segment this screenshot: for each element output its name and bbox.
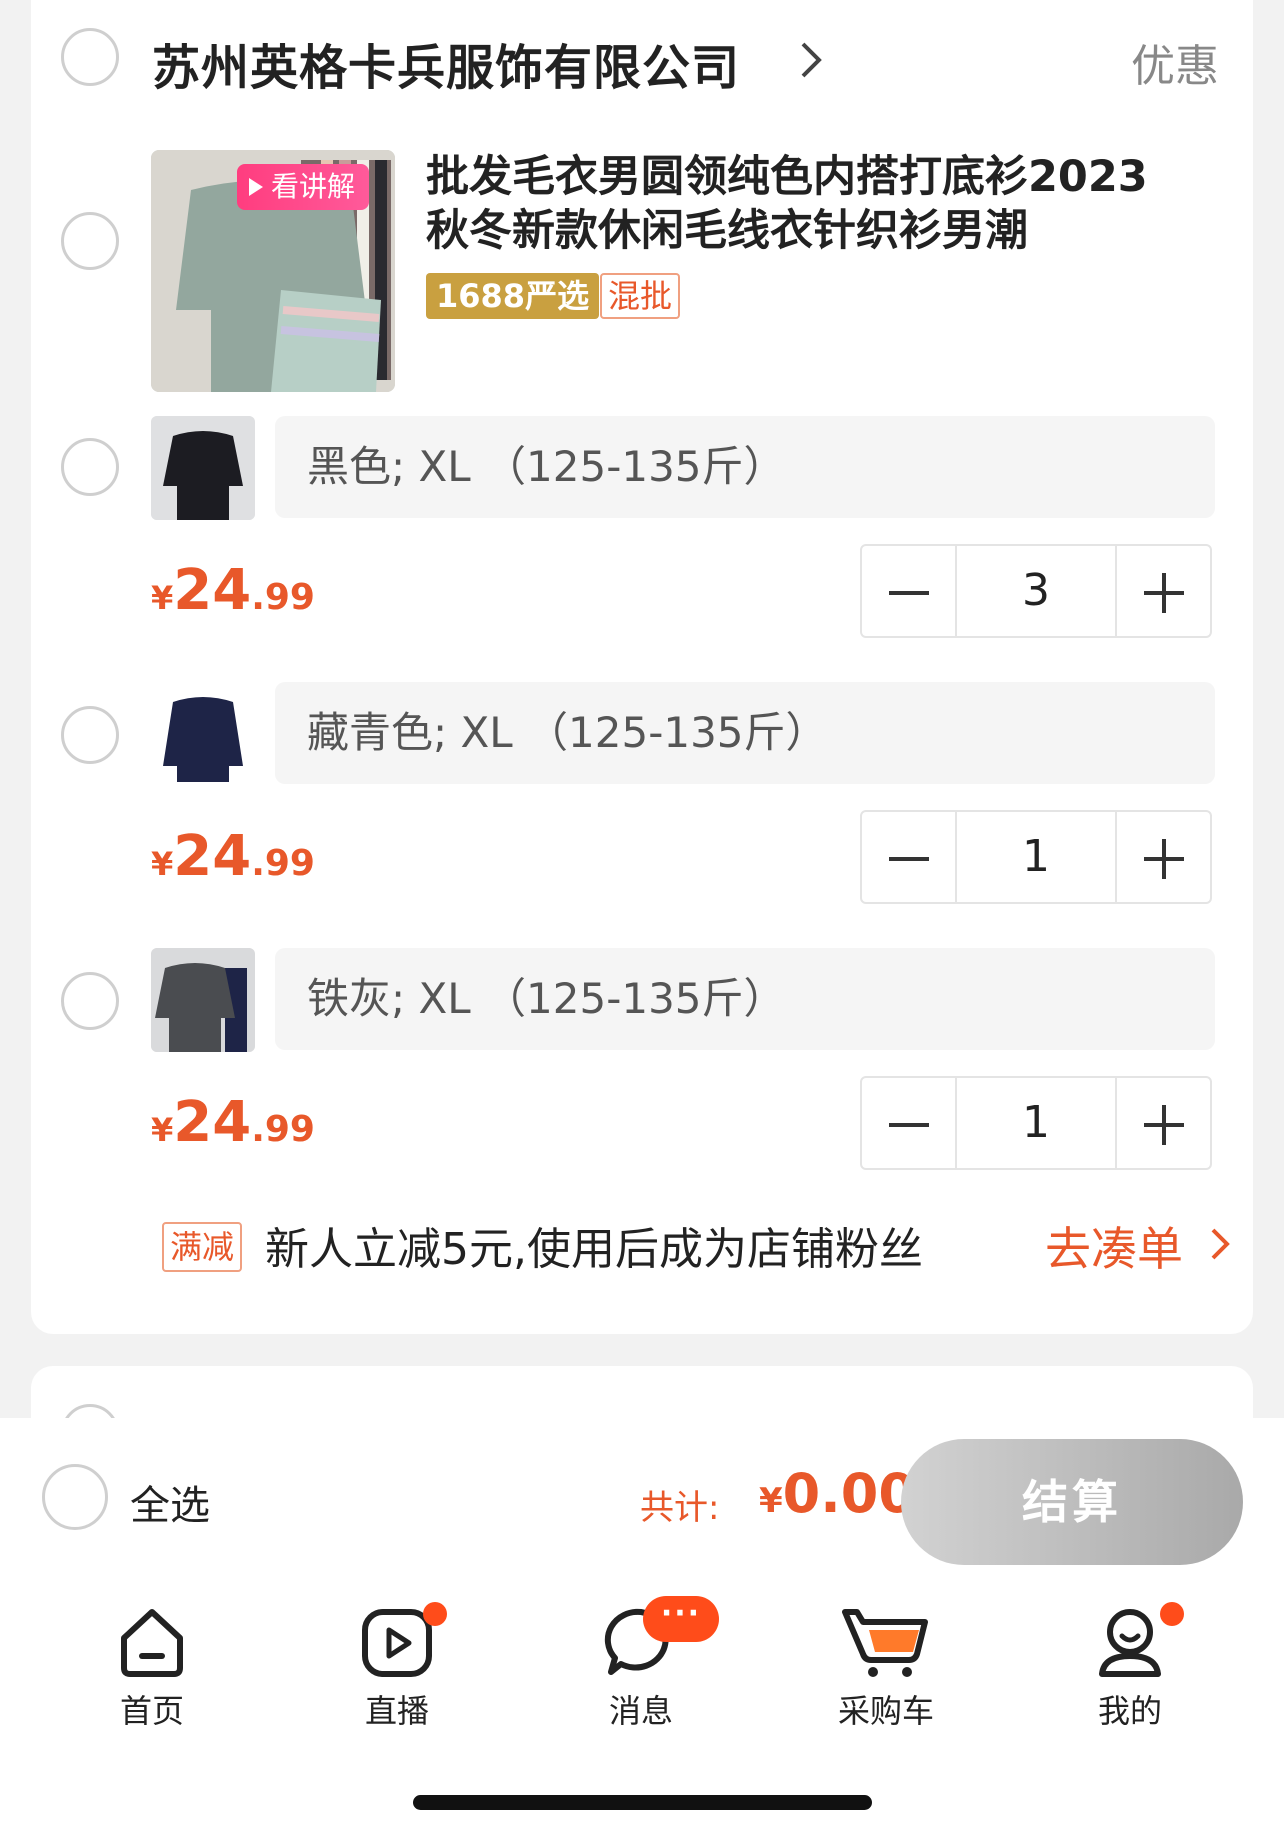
play-icon bbox=[249, 178, 263, 196]
bottom-tab-bar: 首页 直播 消息 ··· 采购车 我的 bbox=[0, 1568, 1284, 1836]
live-badge-label: 看讲解 bbox=[271, 170, 356, 203]
unread-bubble: ··· bbox=[643, 1596, 719, 1642]
tab-live-label: 直播 bbox=[364, 1692, 429, 1730]
quantity-input[interactable]: 3 bbox=[954, 546, 1118, 636]
decrease-button[interactable] bbox=[862, 546, 955, 636]
sku-thumbnail[interactable] bbox=[151, 948, 255, 1052]
tab-live[interactable]: 直播 bbox=[327, 1602, 467, 1734]
notification-dot bbox=[423, 1602, 447, 1626]
home-icon bbox=[121, 1609, 183, 1677]
tab-cart-label: 采购车 bbox=[837, 1692, 934, 1730]
tab-profile-label: 我的 bbox=[1097, 1692, 1162, 1730]
select-all-radio[interactable] bbox=[42, 1464, 108, 1530]
shop-card: 江苏吉亮洪跃科技有限公司 bbox=[31, 1366, 1253, 1418]
minus-icon bbox=[889, 857, 929, 861]
sku-spec-selector[interactable]: 藏青色; XL （125-135斤） bbox=[275, 682, 1215, 784]
home-indicator[interactable] bbox=[413, 1795, 872, 1810]
shop-name[interactable]: 江苏吉亮洪跃科技有限公司 bbox=[152, 1404, 728, 1418]
increase-button[interactable] bbox=[1117, 812, 1210, 902]
shop-promo-link[interactable]: 优惠 bbox=[1131, 30, 1219, 94]
sku-select-radio[interactable] bbox=[61, 706, 119, 764]
minus-icon bbox=[889, 1123, 929, 1127]
increase-button[interactable] bbox=[1117, 546, 1210, 636]
shop-select-radio[interactable] bbox=[61, 1404, 119, 1418]
add-items-link[interactable]: 去凑单 bbox=[1045, 1213, 1183, 1279]
checkout-bar: 全选 共计: ¥0.00 结算 bbox=[0, 1418, 1284, 1568]
select-all-label[interactable]: 全选 bbox=[130, 1473, 210, 1531]
sku-spec-selector[interactable]: 黑色; XL （125-135斤） bbox=[275, 416, 1215, 518]
product-select-radio[interactable] bbox=[61, 212, 119, 270]
sku-grey-sweater-image bbox=[151, 948, 255, 1052]
mixed-batch-tag: 混批 bbox=[600, 273, 681, 319]
sku-price: ¥24.99 bbox=[151, 1090, 315, 1155]
shop-name[interactable]: 苏州英格卡兵服饰有限公司 bbox=[152, 28, 740, 98]
quantity-stepper: 3 bbox=[860, 544, 1212, 638]
live-explain-badge[interactable]: 看讲解 bbox=[237, 164, 370, 210]
product-title-line2: 秋冬新款休闲毛线衣针织衫男潮 bbox=[426, 206, 1028, 256]
tab-profile[interactable]: 我的 bbox=[1060, 1602, 1200, 1734]
chevron-right-icon[interactable] bbox=[789, 38, 833, 82]
tab-home[interactable]: 首页 bbox=[82, 1604, 222, 1734]
shop-card: 苏州英格卡兵服饰有限公司 优惠 看讲解 批发毛衣男圆领纯色内搭打底衫2023 秋… bbox=[31, 0, 1253, 1334]
select-1688-tag: 1688严选 bbox=[426, 273, 600, 319]
promotion-text: 新人立减5元,使用后成为店铺粉丝 bbox=[265, 1224, 923, 1275]
checkout-button[interactable]: 结算 bbox=[901, 1439, 1243, 1565]
sku-spec-selector[interactable]: 铁灰; XL （125-135斤） bbox=[275, 948, 1215, 1050]
cart-scroll-area[interactable]: 苏州英格卡兵服饰有限公司 优惠 看讲解 批发毛衣男圆领纯色内搭打底衫2023 秋… bbox=[0, 0, 1284, 1418]
quantity-stepper: 1 bbox=[860, 1076, 1212, 1170]
decrease-button[interactable] bbox=[862, 1078, 955, 1168]
quantity-input[interactable]: 1 bbox=[954, 1078, 1118, 1168]
sku-price: ¥24.99 bbox=[151, 558, 315, 623]
quantity-input[interactable]: 1 bbox=[954, 812, 1118, 902]
product-image[interactable]: 看讲解 bbox=[151, 150, 395, 392]
sku-select-radio[interactable] bbox=[61, 438, 119, 496]
tab-home-label: 首页 bbox=[119, 1692, 184, 1730]
product-title[interactable]: 批发毛衣男圆领纯色内搭打底衫2023 秋冬新款休闲毛线衣针织衫男潮 bbox=[426, 150, 1226, 258]
shop-select-radio[interactable] bbox=[61, 28, 119, 86]
sku-thumbnail[interactable] bbox=[151, 682, 255, 786]
sku-price: ¥24.99 bbox=[151, 824, 315, 889]
profile-icon bbox=[1099, 1609, 1161, 1677]
chevron-right-icon[interactable] bbox=[1201, 1222, 1241, 1266]
decrease-button[interactable] bbox=[862, 812, 955, 902]
sku-select-radio[interactable] bbox=[61, 972, 119, 1030]
sku-thumbnail[interactable] bbox=[151, 416, 255, 520]
tab-messages[interactable]: 消息 ··· bbox=[571, 1596, 719, 1734]
sku-navy-sweater-image bbox=[151, 682, 255, 786]
total-amount: ¥0.00 bbox=[759, 1462, 916, 1525]
product-title-line1: 批发毛衣男圆领纯色内搭打底衫2023 bbox=[426, 152, 1148, 202]
increase-button[interactable] bbox=[1117, 1078, 1210, 1168]
notification-dot bbox=[1160, 1602, 1184, 1626]
tab-messages-label: 消息 bbox=[608, 1692, 673, 1730]
tab-cart[interactable]: 采购车 bbox=[816, 1604, 956, 1734]
cart-icon bbox=[842, 1609, 928, 1677]
sku-black-sweater-image bbox=[151, 416, 255, 520]
quantity-stepper: 1 bbox=[860, 810, 1212, 904]
full-reduction-tag: 满减 bbox=[162, 1222, 243, 1272]
minus-icon bbox=[889, 591, 929, 595]
total-label: 共计: bbox=[640, 1488, 720, 1528]
